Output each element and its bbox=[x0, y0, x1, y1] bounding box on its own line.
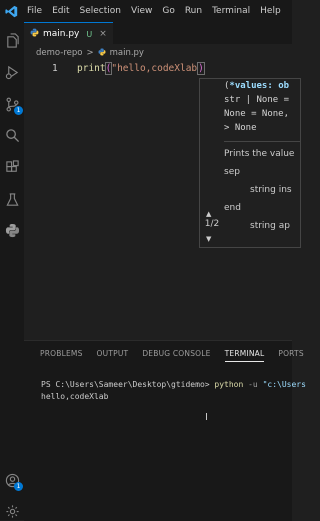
run-debug-icon[interactable] bbox=[3, 63, 21, 81]
tab-debug-console[interactable]: DEBUG CONSOLE bbox=[142, 349, 210, 362]
signature-line-4: > None bbox=[224, 123, 257, 133]
signature-line-3: None = None, bbox=[224, 109, 290, 119]
bottom-panel: PROBLEMS OUTPUT DEBUG CONSOLE TERMINAL P… bbox=[24, 340, 306, 521]
breadcrumb-separator: > bbox=[86, 48, 94, 58]
tab-main-py[interactable]: main.py U × bbox=[24, 22, 113, 45]
doc-param-end-desc: string ap bbox=[250, 221, 290, 231]
terminal-argument: "c:\Users bbox=[262, 380, 306, 389]
signature-line-2: str | None = bbox=[224, 95, 290, 105]
signature-docs: Prints the value sep string ins end stri… bbox=[224, 147, 300, 233]
menu-selection[interactable]: Selection bbox=[75, 0, 126, 22]
tab-terminal[interactable]: TERMINAL bbox=[224, 349, 265, 362]
python-file-icon bbox=[98, 48, 106, 59]
code-line[interactable]: print("hello,codeXlab) bbox=[77, 62, 205, 75]
menu-view[interactable]: View bbox=[126, 0, 157, 22]
settings-badge: 1 bbox=[14, 482, 23, 491]
menu-help[interactable]: Help bbox=[255, 0, 286, 22]
editor-tab-bar: main.py U × bbox=[24, 22, 292, 45]
breadcrumb-folder[interactable]: demo-repo bbox=[36, 48, 82, 58]
signature-divider bbox=[224, 141, 300, 142]
terminal-command-line: PS C:\Users\Sameer\Desktop\gtidemo> pyth… bbox=[41, 379, 306, 391]
panel-tabs: PROBLEMS OUTPUT DEBUG CONSOLE TERMINAL P… bbox=[40, 349, 304, 362]
python-icon[interactable] bbox=[3, 221, 21, 239]
chevron-down-icon[interactable]: ▼ bbox=[206, 235, 211, 243]
vscode-logo-icon bbox=[0, 0, 22, 22]
menu-go[interactable]: Go bbox=[157, 0, 179, 22]
terminal-flag: -u bbox=[243, 380, 263, 389]
terminal-output[interactable]: PS C:\Users\Sameer\Desktop\gtidemo> pyth… bbox=[41, 379, 306, 403]
chevron-up-icon[interactable]: ▲ bbox=[206, 210, 211, 218]
activity-bar: 1 1 bbox=[0, 22, 24, 520]
extensions-icon[interactable] bbox=[3, 158, 21, 176]
signature-help-popup: (*values: ob str | None = None = None, >… bbox=[199, 78, 301, 248]
menu-edit[interactable]: Edit bbox=[47, 0, 74, 22]
signature-text: (*values: ob str | None = None = None, >… bbox=[224, 79, 300, 135]
tab-ports[interactable]: PORTS bbox=[278, 349, 303, 362]
code-close-paren: ) bbox=[197, 62, 205, 75]
search-icon[interactable] bbox=[3, 126, 21, 144]
breadcrumb: demo-repo > main.py bbox=[36, 46, 144, 60]
python-file-icon bbox=[30, 28, 39, 40]
menu-terminal[interactable]: Terminal bbox=[207, 0, 255, 22]
untracked-marker: U bbox=[86, 29, 93, 39]
code-function-name: print bbox=[77, 63, 106, 74]
terminal-program-output: hello,codeXlab bbox=[41, 392, 109, 401]
terminal-prompt: PS C:\Users\Sameer\Desktop\gtidemo> bbox=[41, 380, 215, 389]
tab-close-icon[interactable]: × bbox=[99, 29, 107, 39]
signature-active-param: *values: ob bbox=[229, 81, 290, 91]
mouse-ibeam-icon: I bbox=[205, 412, 208, 423]
tab-output[interactable]: OUTPUT bbox=[97, 349, 129, 362]
testing-icon[interactable] bbox=[3, 190, 21, 208]
menu-bar: File Edit Selection View Go Run Terminal… bbox=[0, 0, 292, 22]
menu-file[interactable]: File bbox=[22, 0, 47, 22]
doc-param-sep-desc: string ins bbox=[250, 185, 292, 195]
settings-icon[interactable] bbox=[3, 502, 21, 520]
breadcrumb-file[interactable]: main.py bbox=[110, 48, 144, 58]
source-control-badge: 1 bbox=[14, 106, 23, 115]
menu-run[interactable]: Run bbox=[180, 0, 207, 22]
tab-problems[interactable]: PROBLEMS bbox=[40, 349, 83, 362]
terminal-command: python bbox=[214, 380, 244, 389]
doc-param-sep-name: sep bbox=[224, 167, 240, 177]
code-string: "hello,codeXlab bbox=[111, 63, 198, 74]
doc-summary: Prints the value bbox=[224, 149, 295, 159]
doc-param-end-name: end bbox=[224, 203, 241, 213]
overload-counter: 1/2 bbox=[204, 219, 220, 229]
line-number: 1 bbox=[52, 63, 58, 74]
explorer-icon[interactable] bbox=[3, 31, 21, 49]
tab-label: main.py bbox=[43, 29, 80, 39]
